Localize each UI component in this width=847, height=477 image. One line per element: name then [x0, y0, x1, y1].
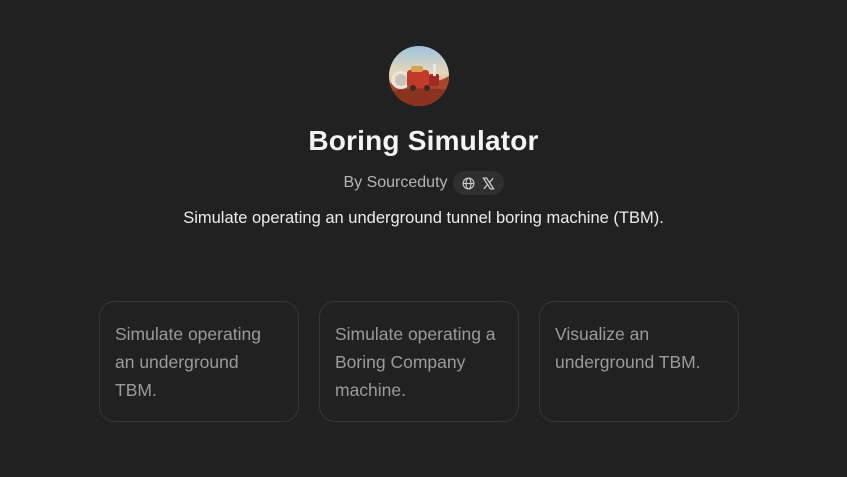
boring-machine-avatar-icon [389, 46, 449, 106]
starter-text: Visualize an underground TBM. [555, 324, 701, 372]
globe-icon[interactable] [461, 176, 476, 191]
starter-card-1[interactable]: Simulate operating an underground TBM. [99, 301, 299, 422]
gpt-avatar [389, 46, 449, 106]
starter-text: Simulate operating an underground TBM. [115, 324, 261, 400]
gpt-description: Simulate operating an underground tunnel… [183, 209, 664, 227]
author-name: By Sourceduty [343, 174, 448, 191]
x-icon[interactable] [481, 176, 496, 191]
social-links [452, 171, 504, 195]
starter-text: Simulate operating a Boring Company mach… [335, 324, 496, 400]
byline: By Sourceduty [0, 171, 847, 195]
gpt-landing: Boring Simulator By Sourceduty Simulate … [0, 0, 847, 477]
gpt-title: Boring Simulator [308, 125, 539, 156]
starter-card-2[interactable]: Simulate operating a Boring Company mach… [319, 301, 519, 422]
starter-card-3[interactable]: Visualize an underground TBM. [539, 301, 739, 422]
